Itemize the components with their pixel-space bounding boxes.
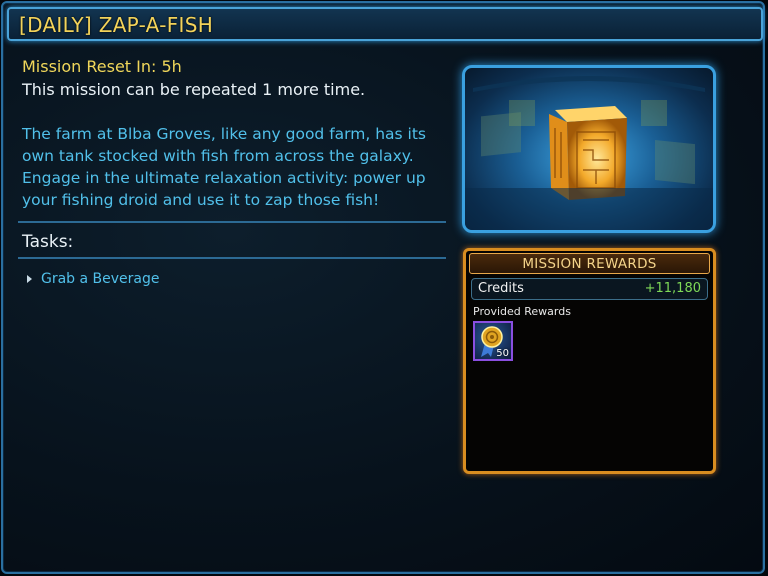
credits-value: +11,180: [644, 281, 701, 296]
divider: [18, 221, 446, 223]
mission-hologram-image: [462, 65, 716, 233]
credits-label: Credits: [478, 281, 524, 296]
repeat-count-text: This mission can be repeated 1 more time…: [22, 80, 366, 99]
mission-rewards-panel: MISSION REWARDS Credits +11,180 Provided…: [463, 248, 716, 474]
task-item[interactable]: Grab a Beverage: [27, 271, 160, 287]
credits-row: Credits +11,180: [471, 278, 708, 300]
tasks-heading: Tasks:: [22, 232, 74, 252]
task-label: Grab a Beverage: [41, 271, 160, 287]
task-expand-icon: [27, 275, 32, 283]
provided-rewards-label: Provided Rewards: [473, 305, 571, 318]
divider: [18, 257, 446, 259]
mission-title: [DAILY] ZAP-A-FISH: [19, 13, 214, 37]
mission-window: [DAILY] ZAP-A-FISH Mission Reset In: 5h …: [1, 1, 765, 574]
title-bar: [DAILY] ZAP-A-FISH: [7, 7, 763, 41]
rewards-header: MISSION REWARDS: [469, 253, 710, 274]
mission-description: The farm at Blba Groves, like any good f…: [22, 125, 426, 209]
mission-reset-timer: Mission Reset In: 5h: [22, 57, 182, 76]
reward-item-slot[interactable]: 50: [473, 321, 513, 361]
holocron-cube-icon: [465, 76, 713, 230]
reward-item-count: 50: [496, 348, 509, 359]
